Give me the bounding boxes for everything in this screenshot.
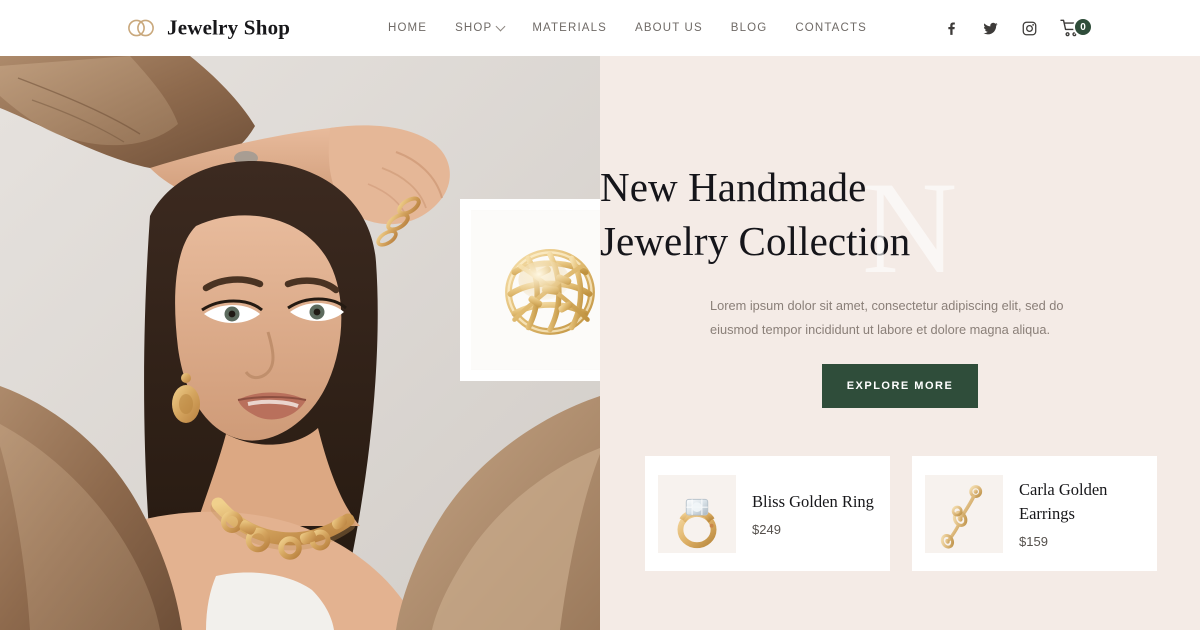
product-name: Carla Golden Earrings <box>1019 480 1108 523</box>
product-price: $249 <box>752 522 781 538</box>
nav-item-home[interactable]: HOME <box>388 22 427 34</box>
cart-button[interactable]: 0 <box>1060 17 1093 37</box>
facebook-icon[interactable] <box>943 20 960 37</box>
product-name: Bliss Golden Ring <box>752 491 874 511</box>
main-navigation: HOME SHOP MATERIALS ABOUT US BLOG CONTAC… <box>388 21 867 34</box>
nav-item-about-us[interactable]: ABOUT US <box>635 22 703 34</box>
header-actions: 0 <box>943 17 1093 37</box>
site-header: Jewelry Shop HOME SHOP MATERIALS ABOUT U… <box>0 0 1200 56</box>
nav-item-contacts[interactable]: CONTACTS <box>795 22 867 34</box>
cart-count-badge: 0 <box>1073 17 1093 37</box>
gold-drop-earrings-thumbnail <box>925 474 1003 553</box>
landing-page: Jewelry Shop HOME SHOP MATERIALS ABOUT U… <box>0 0 1200 630</box>
hero-content-panel: N New Handmade Jewelry Collection Lorem … <box>600 56 1200 630</box>
nav-label: ABOUT US <box>635 22 703 34</box>
nav-item-materials[interactable]: MATERIALS <box>532 22 607 34</box>
headline-line-2: Jewelry Collection <box>600 218 911 265</box>
brand-name: Jewelry Shop <box>167 15 291 40</box>
chevron-down-icon <box>495 21 506 31</box>
brand-logo[interactable]: Jewelry Shop <box>126 16 290 41</box>
product-price: $159 <box>1019 533 1048 549</box>
product-info: Bliss Golden Ring $249 <box>736 490 874 537</box>
twitter-icon[interactable] <box>982 20 999 37</box>
hero-photo <box>0 56 600 630</box>
page-title: New Handmade Jewelry Collection <box>600 160 1200 268</box>
inset-product-image-frame <box>460 199 600 381</box>
product-info: Carla Golden Earrings $159 <box>1003 478 1144 549</box>
product-card[interactable]: Carla Golden Earrings $159 <box>912 456 1157 571</box>
nav-label: HOME <box>388 22 428 34</box>
product-card[interactable]: Bliss Golden Ring $249 <box>645 456 890 571</box>
nav-label: SHOP <box>455 22 493 34</box>
explore-more-button[interactable]: EXPLORE MORE <box>822 364 978 408</box>
nav-label: BLOG <box>730 22 768 34</box>
nav-label: MATERIALS <box>532 22 607 34</box>
hero-subtext: Lorem ipsum dolor sit amet, consectetur … <box>710 298 1064 337</box>
nav-item-shop[interactable]: SHOP <box>455 21 506 34</box>
nav-item-blog[interactable]: BLOG <box>731 22 768 34</box>
featured-products-list: Bliss Golden Ring $249 Carla Golden Earr… <box>645 456 1177 571</box>
headline-line-1: New Handmade <box>600 164 867 210</box>
interlocking-rings-icon <box>126 19 156 38</box>
instagram-icon[interactable] <box>1021 20 1038 37</box>
nav-label: CONTACTS <box>795 22 867 34</box>
gold-diamond-ring-thumbnail <box>658 474 736 553</box>
ornate-gold-ring-photo <box>471 210 600 370</box>
